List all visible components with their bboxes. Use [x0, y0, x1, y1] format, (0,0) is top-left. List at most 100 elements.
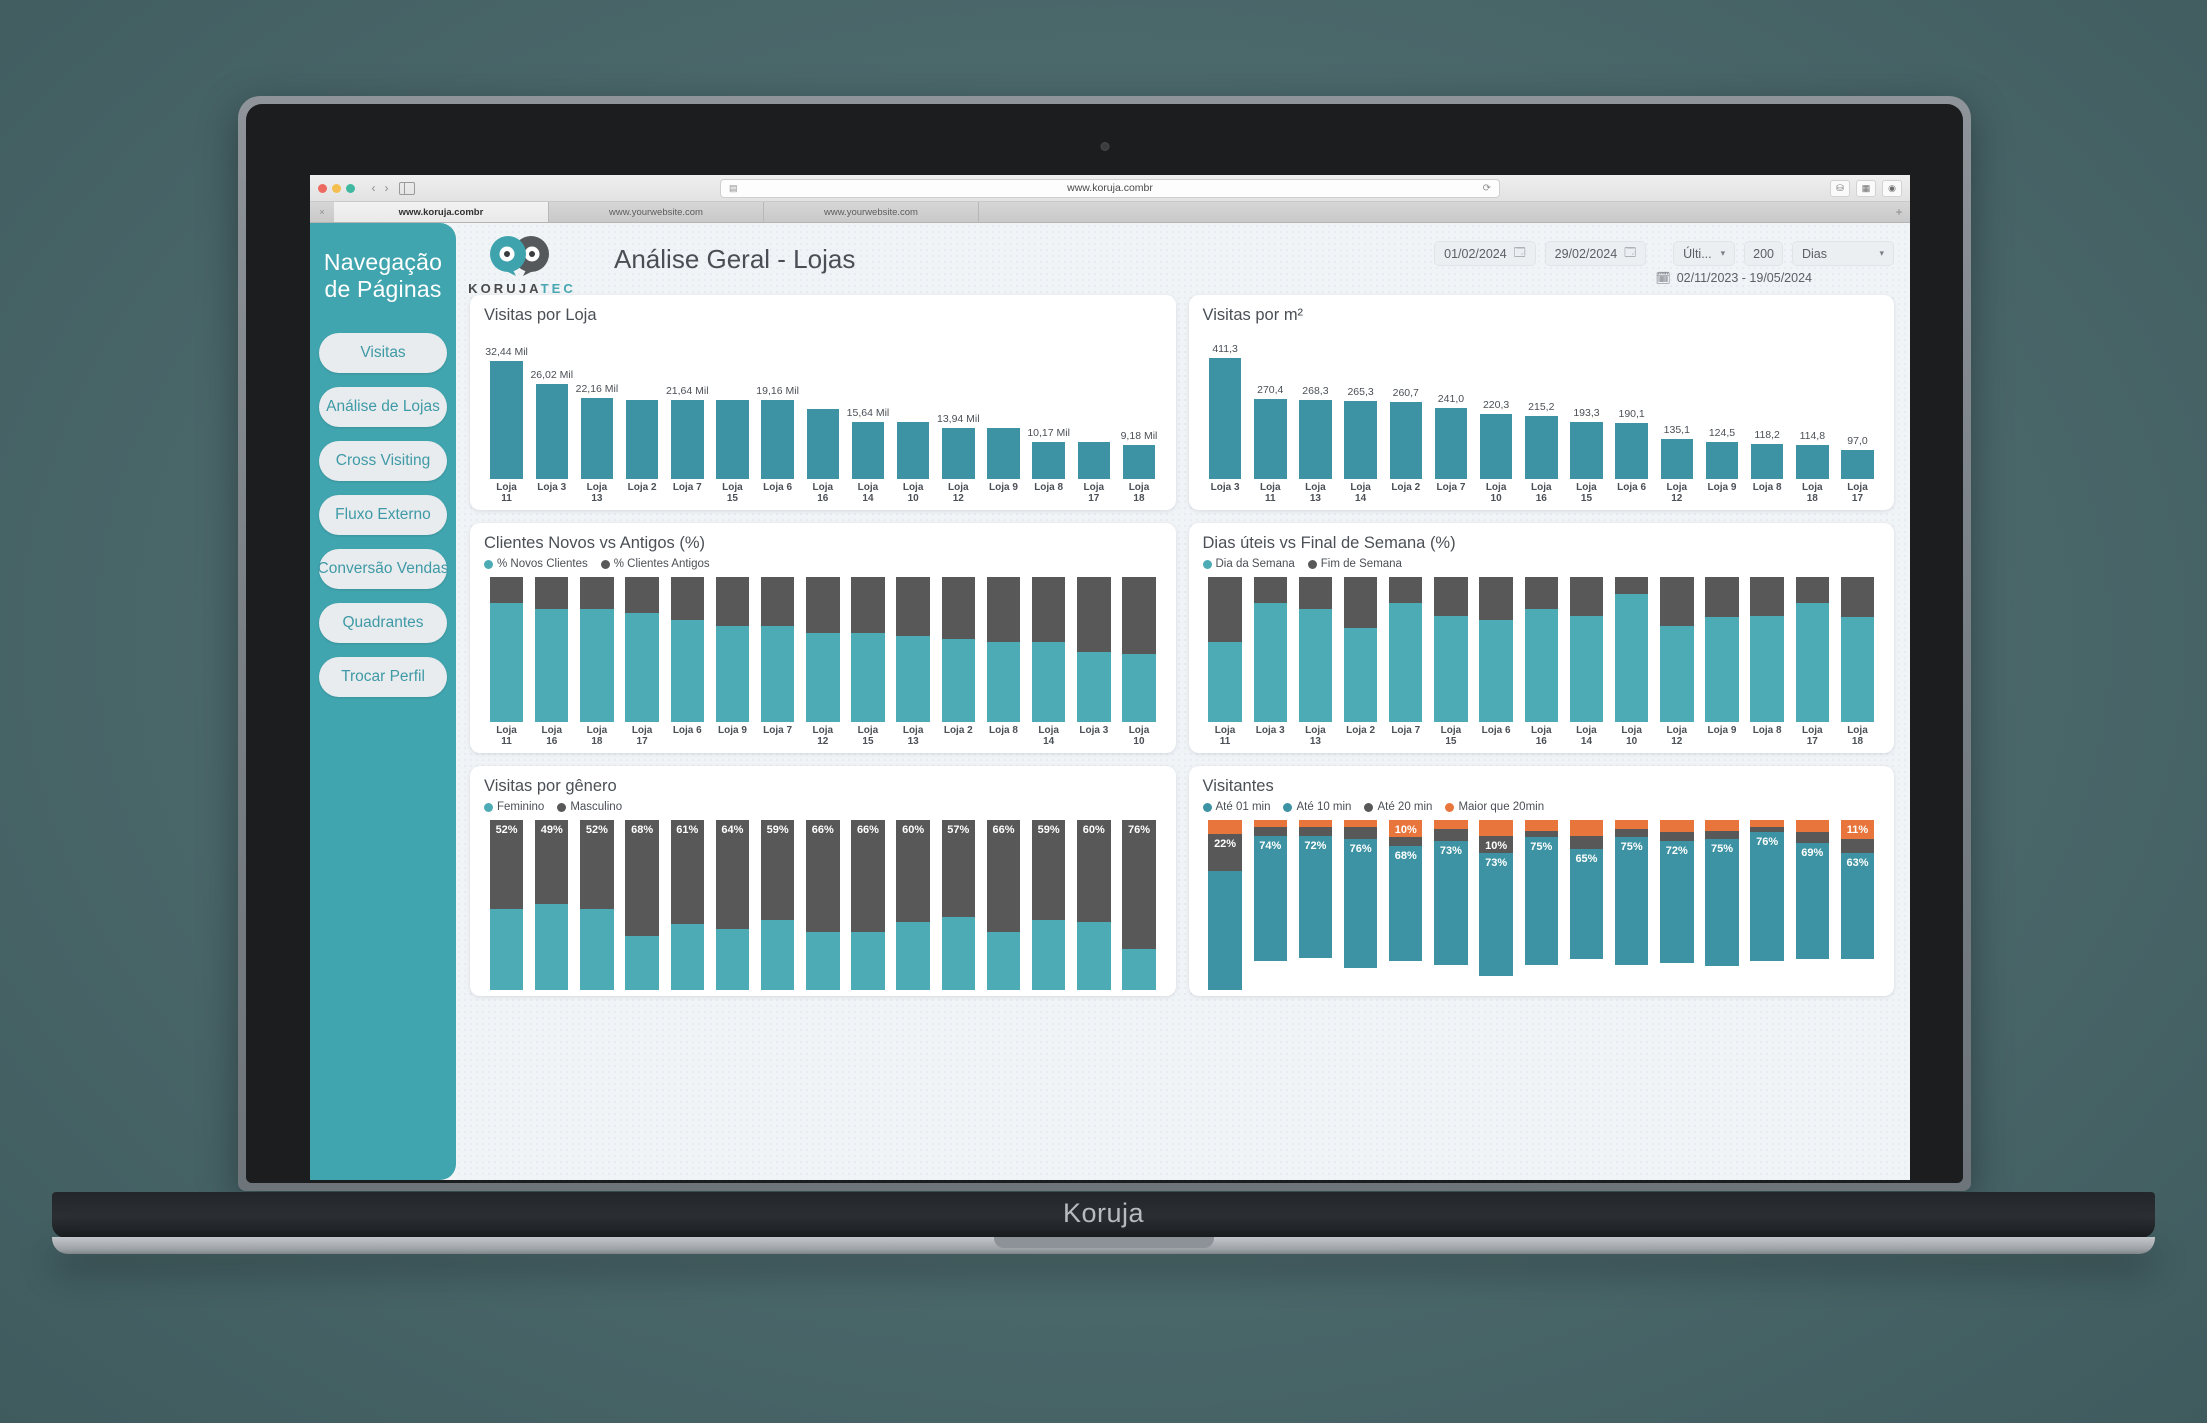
- stacked-bar[interactable]: 59%: [1031, 820, 1066, 990]
- date-to-input[interactable]: 29/02/2024 🗔: [1544, 241, 1647, 266]
- bar-column[interactable]: 268,3: [1293, 328, 1338, 479]
- date-from-input[interactable]: 01/02/2024 🗔: [1434, 241, 1536, 266]
- bar[interactable]: [1077, 441, 1111, 479]
- bar-column[interactable]: 215,2: [1519, 328, 1564, 479]
- bar-segment[interactable]: [1660, 576, 1694, 627]
- bar-segment[interactable]: [1614, 594, 1649, 722]
- stacked-bar[interactable]: 75%: [1614, 820, 1649, 990]
- bar-segment[interactable]: [1705, 617, 1739, 722]
- stacked-bar[interactable]: 60%: [896, 820, 930, 990]
- stacked-bar[interactable]: 69%: [1795, 820, 1830, 990]
- bar-column[interactable]: [1835, 574, 1880, 722]
- bar-column[interactable]: [1203, 574, 1248, 722]
- bar[interactable]: [761, 400, 794, 479]
- bar-segment[interactable]: [1840, 576, 1875, 618]
- stacked-bar[interactable]: 61%: [670, 820, 704, 990]
- bar-segment[interactable]: [1750, 616, 1784, 722]
- maximize-window-icon[interactable]: [346, 183, 355, 193]
- stacked-bar[interactable]: [1343, 576, 1378, 722]
- sidebar-item-cross-visiting[interactable]: Cross Visiting: [319, 441, 447, 482]
- bar-segment[interactable]: [806, 576, 840, 634]
- stacked-bar[interactable]: [1705, 576, 1739, 722]
- bar-segment[interactable]: [1795, 576, 1830, 603]
- bar-column[interactable]: 76%: [1745, 817, 1790, 990]
- bar[interactable]: [1525, 415, 1558, 479]
- bar-segment[interactable]: 52%: [580, 820, 614, 909]
- browser-tab-3[interactable]: www.yourwebsite.com: [764, 202, 979, 222]
- bar-column[interactable]: 59%: [755, 817, 800, 990]
- stacked-bar[interactable]: 60%: [1077, 820, 1111, 990]
- stacked-bar[interactable]: [535, 576, 569, 722]
- chart-plot-dias-uteis-vs-final-de-semana[interactable]: [1203, 574, 1881, 722]
- bar-segment[interactable]: [1479, 620, 1513, 722]
- bar-segment[interactable]: [1434, 616, 1468, 722]
- bar-column[interactable]: 15,64 Mil: [845, 328, 890, 479]
- bar-column[interactable]: 60%: [1071, 817, 1116, 990]
- bar-column[interactable]: 74%: [1248, 817, 1293, 990]
- bar-segment[interactable]: [1031, 920, 1066, 990]
- bar-segment[interactable]: [670, 576, 704, 621]
- back-icon[interactable]: ‹: [367, 182, 380, 194]
- stacked-bar[interactable]: 75%: [1705, 820, 1739, 990]
- bar-segment[interactable]: 10%: [1389, 820, 1423, 838]
- bar-column[interactable]: [1790, 574, 1835, 722]
- bar-segment[interactable]: [1569, 835, 1604, 850]
- bar-segment[interactable]: [1479, 820, 1513, 836]
- bar-column[interactable]: [755, 574, 800, 722]
- bar-segment[interactable]: 59%: [1031, 820, 1066, 921]
- bar-column[interactable]: 52%: [484, 817, 529, 990]
- bar-segment[interactable]: [1389, 837, 1423, 846]
- stacked-bar[interactable]: 52%: [489, 820, 524, 990]
- bar[interactable]: [1208, 358, 1242, 479]
- bar[interactable]: [671, 400, 704, 479]
- bar-column[interactable]: 76%: [1338, 817, 1383, 990]
- bar-column[interactable]: 32,44 Mil: [484, 328, 529, 479]
- bar-column[interactable]: 13,94 Mil: [936, 328, 981, 479]
- bar-column[interactable]: [620, 328, 665, 479]
- chevron-down-icon[interactable]: ▾: [1721, 248, 1726, 259]
- legend-item[interactable]: % Clientes Antigos: [600, 558, 710, 570]
- bar-segment[interactable]: [1840, 839, 1875, 853]
- bar-segment[interactable]: 76%: [1343, 839, 1378, 968]
- bar-column[interactable]: [1071, 574, 1116, 722]
- bar-column[interactable]: 265,3: [1338, 328, 1383, 479]
- bar-column[interactable]: [1293, 574, 1338, 722]
- bar-segment[interactable]: 72%: [1660, 840, 1694, 963]
- bar-column[interactable]: 97,0: [1835, 328, 1880, 479]
- bar-segment[interactable]: [1122, 576, 1156, 654]
- stacked-bar[interactable]: [1389, 576, 1423, 722]
- stacked-bar[interactable]: [1569, 576, 1604, 722]
- bar-segment[interactable]: 49%: [535, 820, 569, 904]
- bar[interactable]: [1299, 400, 1332, 479]
- bar-column[interactable]: 66%: [981, 817, 1026, 990]
- bar-column[interactable]: 66%: [800, 817, 845, 990]
- bar-column[interactable]: 68%: [620, 817, 665, 990]
- bar-segment[interactable]: [851, 633, 885, 722]
- bar-column[interactable]: [981, 328, 1026, 479]
- bar-column[interactable]: 59%: [1026, 817, 1071, 990]
- bar-segment[interactable]: [1253, 827, 1287, 836]
- bar-column[interactable]: 220,3: [1474, 328, 1519, 479]
- bar-column[interactable]: [891, 328, 936, 479]
- bar-segment[interactable]: [1122, 949, 1156, 990]
- bar-segment[interactable]: [1208, 820, 1242, 835]
- bar-segment[interactable]: [1614, 820, 1649, 829]
- bar-segment[interactable]: [580, 576, 614, 609]
- bar-column[interactable]: 75%: [1699, 817, 1744, 990]
- bar-segment[interactable]: [1298, 827, 1333, 836]
- stacked-bar[interactable]: 10% 73%: [1479, 820, 1513, 990]
- bar-column[interactable]: 69%: [1790, 817, 1835, 990]
- bar-segment[interactable]: [625, 613, 659, 722]
- sidebar-item-analise-de-lojas[interactable]: Análise de Lojas: [319, 387, 447, 428]
- bar-column[interactable]: 10% 73%: [1474, 817, 1519, 990]
- bar-column[interactable]: [1609, 574, 1654, 722]
- bar-segment[interactable]: [535, 576, 569, 609]
- bar-segment[interactable]: [1660, 832, 1694, 841]
- bar-column[interactable]: 52%: [574, 817, 619, 990]
- bar-segment[interactable]: [1208, 642, 1242, 722]
- bar-segment[interactable]: [1614, 828, 1649, 838]
- bar-segment[interactable]: 69%: [1795, 842, 1830, 960]
- bar-segment[interactable]: [1031, 576, 1066, 643]
- bar-column[interactable]: 22%: [1203, 817, 1248, 990]
- bar[interactable]: [625, 400, 659, 479]
